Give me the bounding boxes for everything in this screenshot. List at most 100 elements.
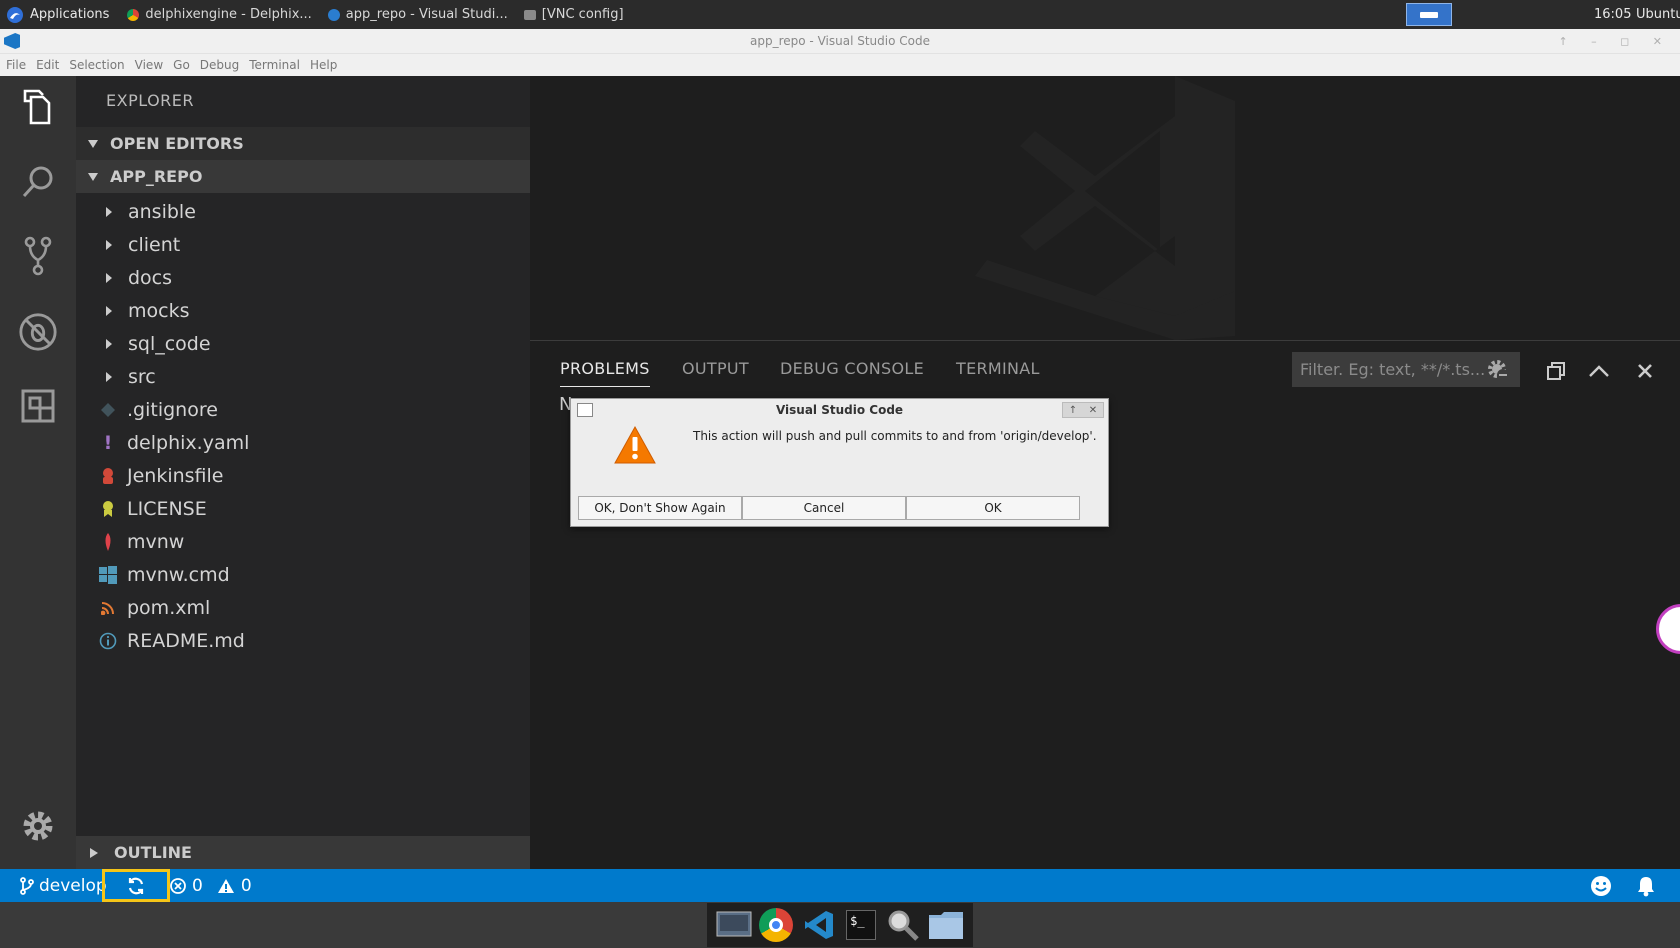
file-mvnw-cmd[interactable]: mvnw.cmd <box>76 558 530 591</box>
file-gitignore[interactable]: .gitignore <box>76 393 530 426</box>
file-jenkinsfile[interactable]: Jenkinsfile <box>76 459 530 492</box>
ok-dont-show-again-button[interactable]: OK, Don't Show Again <box>578 496 742 520</box>
tree-label: sql_code <box>128 332 211 355</box>
menu-view[interactable]: View <box>135 58 163 72</box>
maven-file-icon <box>97 531 119 553</box>
screen: Applications delphixengine - Delphix... … <box>0 0 1680 948</box>
tree-label: LICENSE <box>127 497 207 520</box>
workspace-switcher[interactable] <box>1406 3 1452 26</box>
settings-gear-icon[interactable] <box>18 806 58 846</box>
tree-label: .gitignore <box>127 398 218 421</box>
window-controls[interactable]: ↑ – ◻ ✕ <box>1558 29 1672 54</box>
git-branch-icon <box>20 876 34 895</box>
filter-placeholder: Filter. Eg: text, **/*.ts... <box>1300 360 1486 379</box>
section-label: OPEN EDITORS <box>110 134 244 153</box>
dialog-close-icon[interactable]: ✕ <box>1089 405 1097 416</box>
dialog-maximize-icon[interactable]: ↑ <box>1069 405 1077 416</box>
file-delphix-yaml[interactable]: ! delphix.yaml <box>76 426 530 459</box>
menu-selection[interactable]: Selection <box>69 58 124 72</box>
menu-debug[interactable]: Debug <box>200 58 239 72</box>
error-count: 0 <box>192 875 203 896</box>
tab-problems[interactable]: PROBLEMS <box>560 359 650 387</box>
system-taskbar: Applications delphixengine - Delphix... … <box>0 0 1680 29</box>
task-vnc-config[interactable]: [VNC config] <box>516 0 632 29</box>
ok-button[interactable]: OK <box>906 496 1080 520</box>
clock: 16:05 <box>1594 7 1632 22</box>
task-chrome[interactable]: delphixengine - Delphix... <box>119 0 319 29</box>
chevron-down-icon <box>88 139 98 148</box>
windows-file-icon <box>97 564 119 586</box>
tree-label: README.md <box>127 629 245 652</box>
section-label: APP_REPO <box>110 167 203 186</box>
app-repo-section[interactable]: APP_REPO <box>76 160 530 193</box>
xfce-logo-icon <box>7 6 23 23</box>
folder-docs[interactable]: docs <box>76 261 530 294</box>
search-app-icon[interactable] <box>885 907 921 943</box>
task-label: delphixengine - Delphix... <box>145 7 312 22</box>
close-panel-icon[interactable] <box>1636 362 1654 380</box>
menu-help[interactable]: Help <box>310 58 337 72</box>
menu-bar: File Edit Selection View Go Debug Termin… <box>0 54 1680 76</box>
workspace-icon <box>1420 11 1438 18</box>
tree-label: ansible <box>128 200 196 223</box>
chevron-right-icon <box>106 272 112 283</box>
vscode-icon <box>327 8 340 21</box>
show-desktop-icon[interactable] <box>716 907 752 943</box>
dialog-window-controls[interactable]: ↑ ✕ <box>1062 402 1104 418</box>
source-control-icon[interactable] <box>18 236 58 276</box>
filter-settings-icon[interactable] <box>1486 358 1510 382</box>
confirm-dialog: Visual Studio Code ↑ ✕ This action will p… <box>570 398 1109 527</box>
menu-file[interactable]: File <box>6 58 26 72</box>
cancel-button[interactable]: Cancel <box>742 496 906 520</box>
outline-section[interactable]: OUTLINE <box>76 836 530 869</box>
tab-debug-console[interactable]: DEBUG CONSOLE <box>780 359 924 378</box>
file-pom-xml[interactable]: pom.xml <box>76 591 530 624</box>
dialog-message: This action will push and pull commits t… <box>693 429 1097 443</box>
tab-output[interactable]: OUTPUT <box>682 359 749 378</box>
folder-client[interactable]: client <box>76 228 530 261</box>
search-icon[interactable] <box>18 162 58 202</box>
yaml-file-icon: ! <box>103 431 113 454</box>
folder-src[interactable]: src <box>76 360 530 393</box>
debug-icon[interactable] <box>18 312 58 352</box>
vscode-icon[interactable] <box>801 907 837 943</box>
menu-go[interactable]: Go <box>173 58 190 72</box>
collapse-all-icon[interactable] <box>1546 361 1566 381</box>
tree-label: mocks <box>128 299 190 322</box>
user-menu[interactable]: Ubuntu <box>1636 0 1680 29</box>
feedback-smiley-icon[interactable] <box>1590 875 1612 897</box>
extensions-icon[interactable] <box>18 386 58 426</box>
window-title: app_repo - Visual Studio Code <box>750 34 930 48</box>
warning-icon <box>217 878 234 893</box>
git-file-icon <box>97 399 119 421</box>
folder-sql-code[interactable]: sql_code <box>76 327 530 360</box>
menu-terminal[interactable]: Terminal <box>249 58 300 72</box>
maximize-panel-icon[interactable] <box>1588 361 1610 381</box>
file-mvnw[interactable]: mvnw <box>76 525 530 558</box>
sync-changes-button[interactable] <box>102 869 170 902</box>
task-label: app_repo - Visual Studi... <box>345 7 508 22</box>
notifications-bell-icon[interactable] <box>1636 875 1656 897</box>
applications-menu[interactable]: Applications <box>0 0 119 29</box>
terminal-icon[interactable]: $_ <box>843 907 879 943</box>
folder-ansible[interactable]: ansible <box>76 195 530 228</box>
application-dock: $_ <box>707 903 973 947</box>
menu-edit[interactable]: Edit <box>36 58 59 72</box>
problems-indicator[interactable]: 0 0 <box>170 869 252 902</box>
window-icon <box>523 9 536 20</box>
file-manager-icon[interactable] <box>928 907 964 943</box>
chrome-icon[interactable] <box>758 907 794 943</box>
tree-label: client <box>128 233 181 256</box>
chevron-right-icon <box>106 239 112 250</box>
error-icon <box>170 877 186 894</box>
explorer-icon[interactable] <box>18 88 58 128</box>
file-license[interactable]: LICENSE <box>76 492 530 525</box>
explorer-sidebar: EXPLORER OPEN EDITORS APP_REPO ansible c… <box>76 76 530 869</box>
open-editors-section[interactable]: OPEN EDITORS <box>76 127 530 160</box>
tab-terminal[interactable]: TERMINAL <box>956 359 1040 378</box>
folder-mocks[interactable]: mocks <box>76 294 530 327</box>
task-vscode[interactable]: app_repo - Visual Studi... <box>320 0 516 29</box>
tree-label: mvnw.cmd <box>127 563 230 586</box>
branch-indicator[interactable]: develop <box>20 869 107 902</box>
file-readme-md[interactable]: README.md <box>76 624 530 657</box>
